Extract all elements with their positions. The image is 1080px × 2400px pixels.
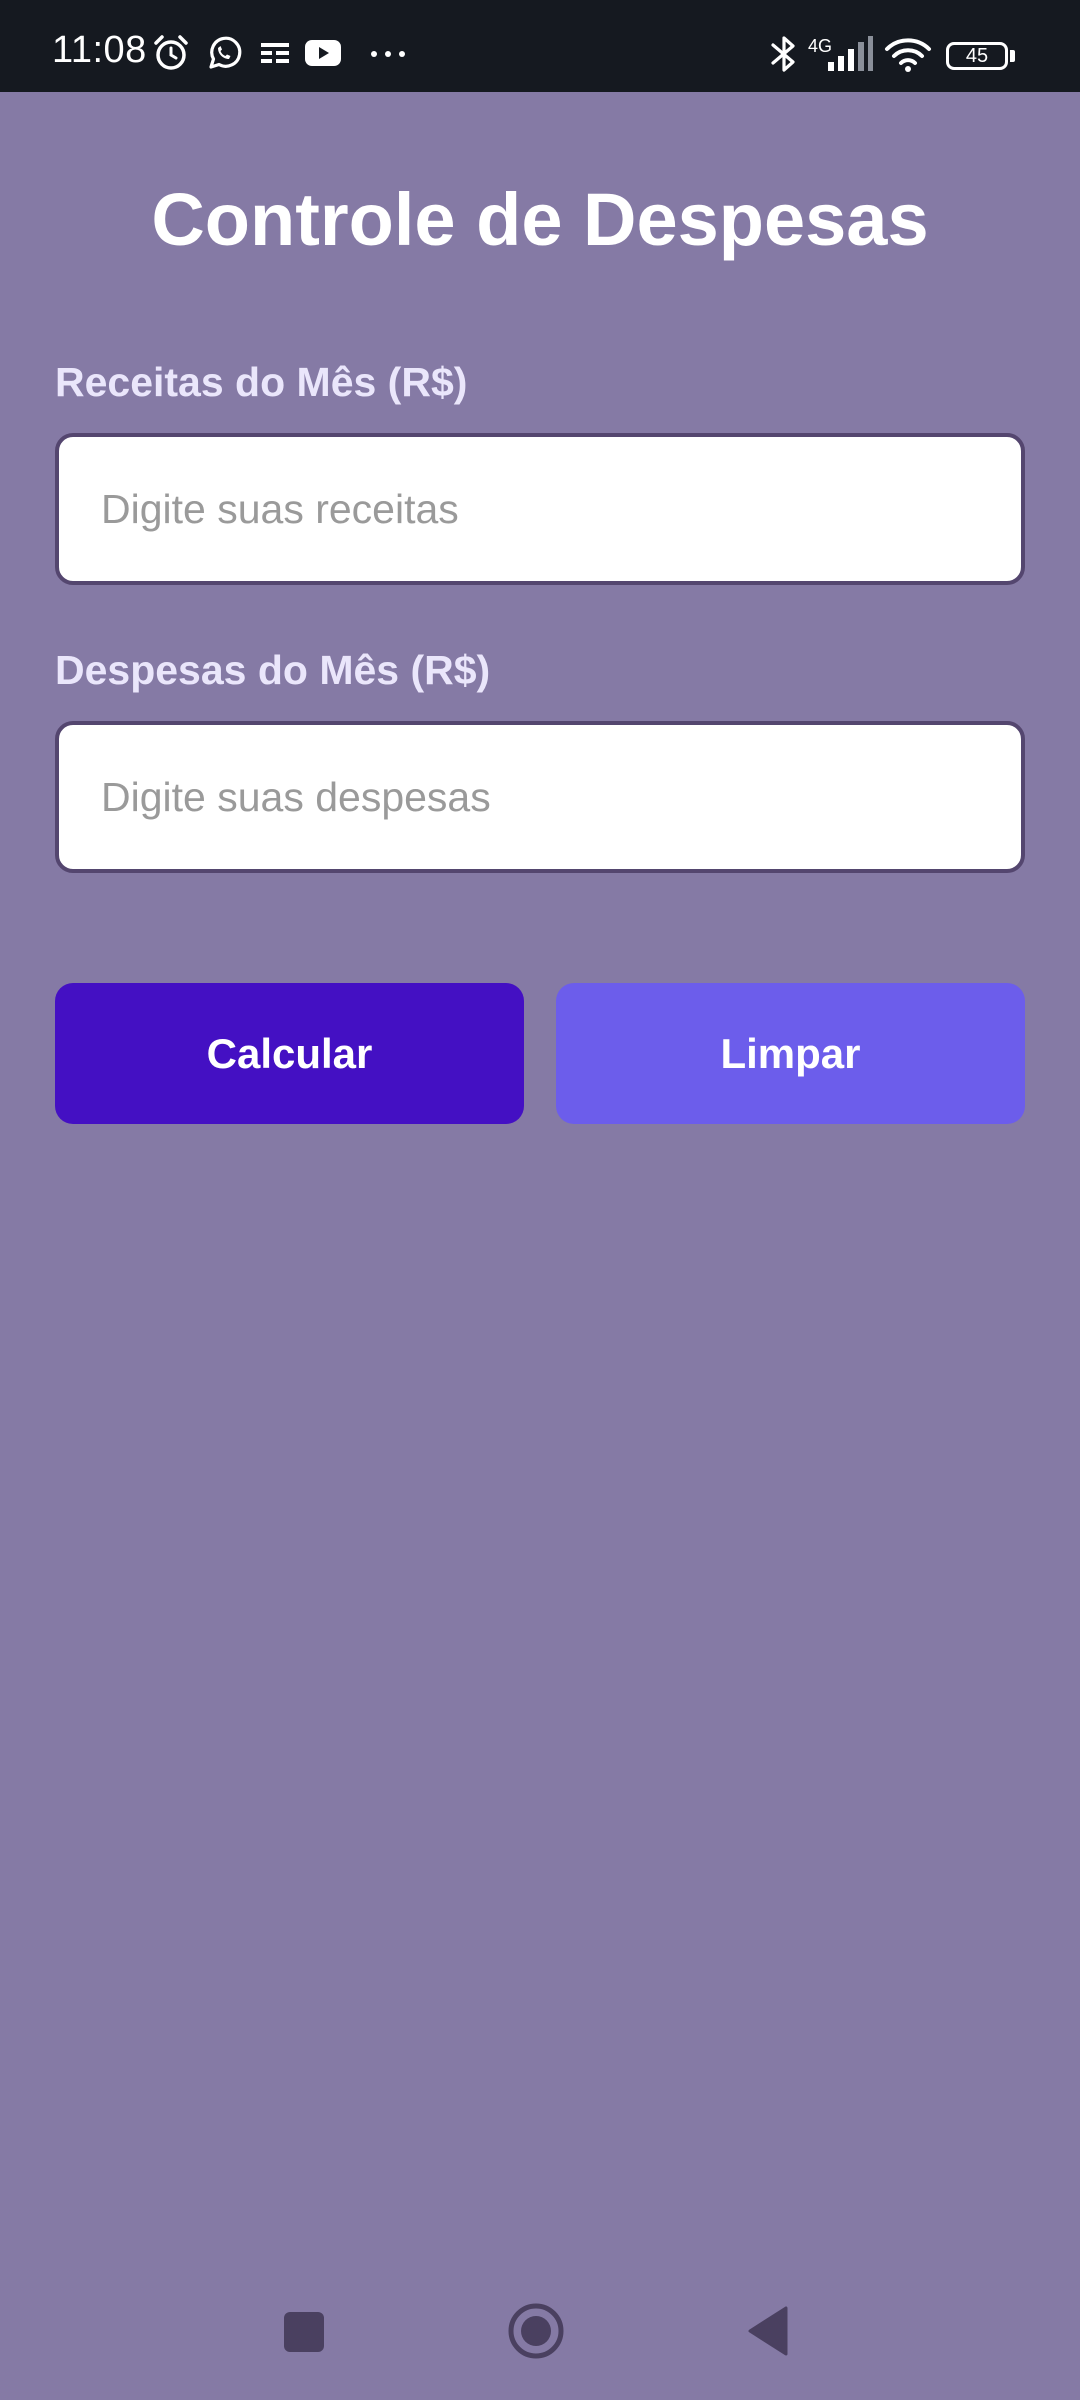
status-time: 11:08 [52,29,147,71]
expenses-input[interactable] [55,721,1025,873]
expenses-label: Despesas do Mês (R$) [55,647,491,693]
alarm-icon [152,34,190,70]
battery-level: 45 [965,45,989,67]
wifi-icon [884,34,932,72]
page-title: Controle de Despesas [151,178,929,261]
youtube-icon [303,34,343,70]
home-icon[interactable] [507,2302,565,2365]
signal-icon [826,34,874,71]
calculate-button[interactable]: Calcular [55,983,524,1124]
status-bar: 11:08 4G 45 [0,0,1080,92]
more-icon [368,34,408,70]
income-label: Receitas do Mês (R$) [55,359,468,405]
recents-icon[interactable] [283,2311,325,2358]
notes-icon [258,34,292,70]
battery-tip [1010,50,1015,62]
whatsapp-icon [205,34,243,70]
back-icon[interactable] [747,2306,789,2361]
income-input[interactable] [55,433,1025,585]
clear-button[interactable]: Limpar [556,983,1025,1124]
bluetooth-icon [766,34,802,72]
